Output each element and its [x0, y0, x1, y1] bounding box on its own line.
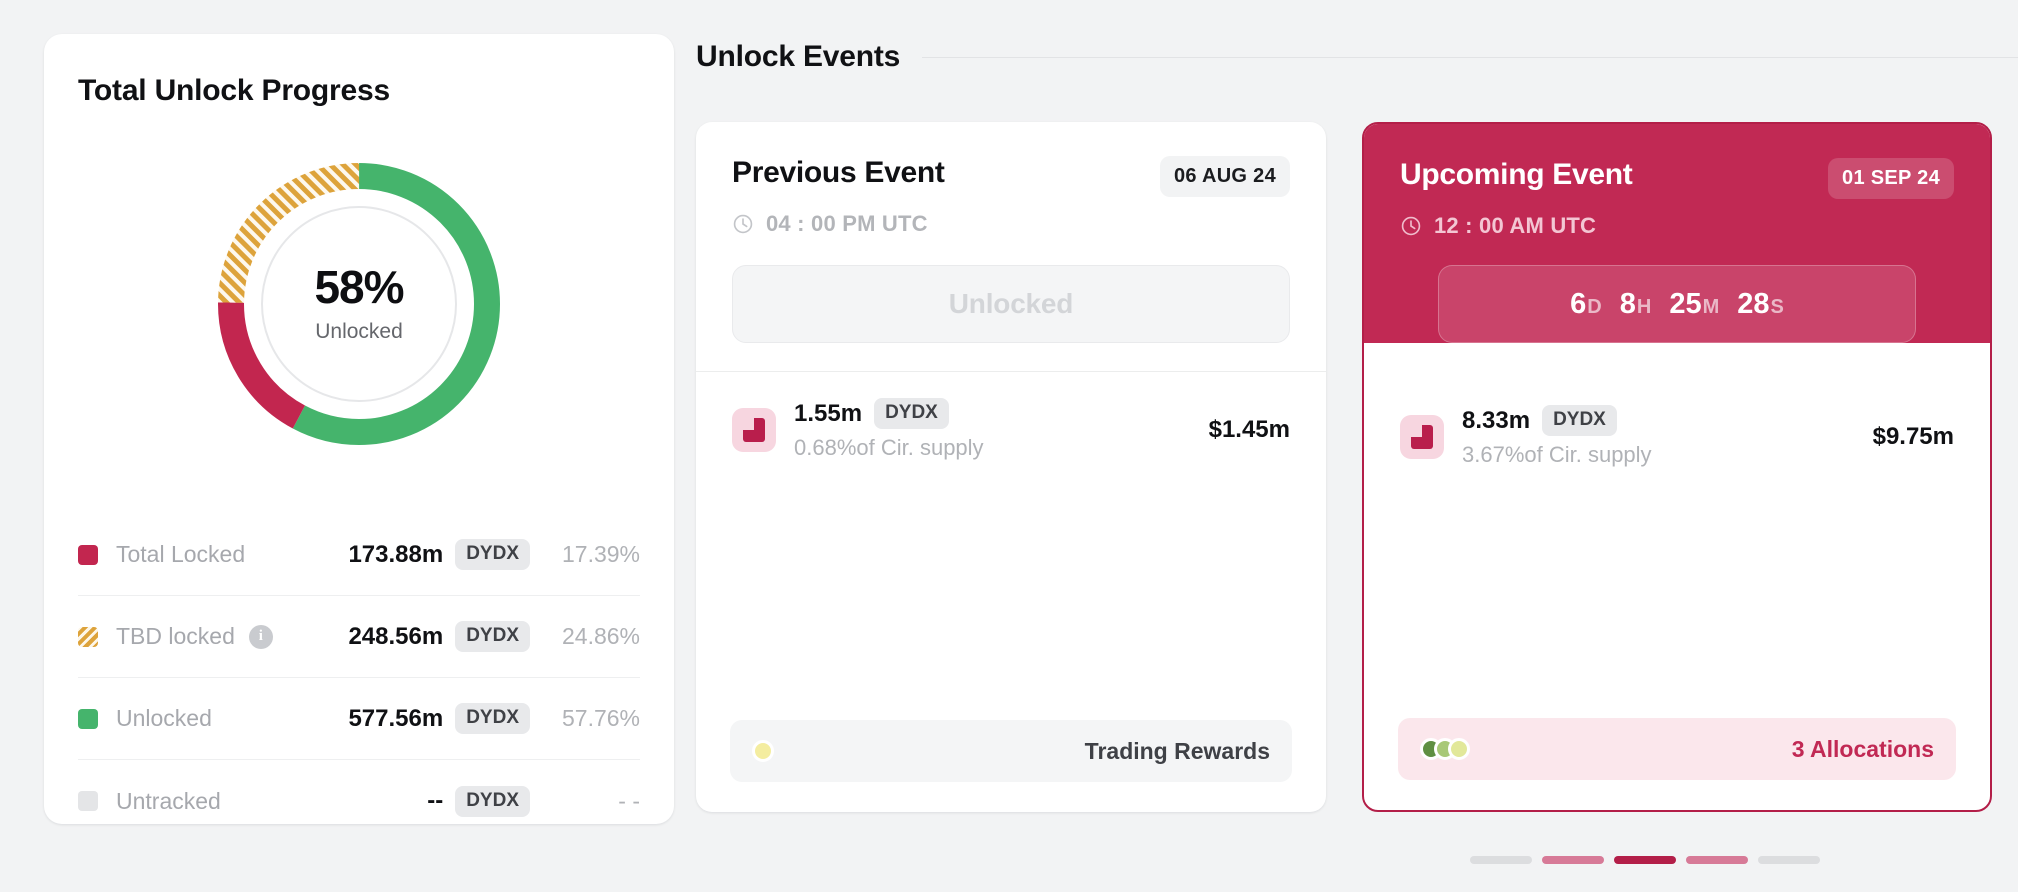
unlock-dashboard: Total Unlock Progress 58% Unlocked Total… [0, 0, 2018, 892]
ticker-badge: DYDX [1542, 405, 1617, 436]
legend-label: Unlocked [116, 705, 212, 731]
event-time: 04 : 00 PM UTC [766, 211, 928, 236]
allocation-dot-icon [752, 740, 774, 762]
pagination-bar-active[interactable] [1614, 856, 1676, 864]
previous-event-footer[interactable]: Trading Rewards [730, 720, 1292, 782]
legend-percent: 57.76% [561, 705, 640, 731]
event-date-badge: 06 AUG 24 [1159, 156, 1290, 197]
countdown-seconds: 28S [1737, 287, 1784, 320]
upcoming-event-header: Upcoming Event 01 SEP 24 12 : 00 AM UTC … [1364, 124, 1990, 343]
allocation-amount: 8.33m [1462, 406, 1531, 434]
header-divider [922, 56, 2018, 58]
allocation-supply-note: 0.68%of Cir. supply [794, 435, 984, 460]
upcoming-event-title-row: Upcoming Event 01 SEP 24 [1400, 158, 1954, 199]
allocation-amount: 1.55m [794, 399, 863, 427]
countdown-hours-unit: H [1636, 295, 1652, 318]
footer-label: Trading Rewards [1084, 737, 1270, 764]
footer-label: 3 Allocations [1791, 735, 1934, 762]
allocation-amount-row: 8.33m DYDX [1462, 405, 1652, 436]
event-status-button[interactable]: Unlocked [732, 265, 1290, 343]
event-name: Previous Event [732, 156, 945, 189]
allocation-usd-value: $9.75m [1872, 422, 1954, 450]
donut-center: 58% Unlocked [261, 206, 457, 402]
upcoming-event-footer[interactable]: 3 Allocations [1398, 718, 1956, 780]
swatch-total-locked-icon [78, 544, 98, 565]
pagination-bar[interactable] [1542, 856, 1604, 864]
legend-value: -- [427, 787, 444, 814]
pagination-bar[interactable] [1470, 856, 1532, 864]
upcoming-event-time-row: 12 : 00 AM UTC [1400, 213, 1954, 239]
pagination-bar[interactable] [1686, 856, 1748, 864]
pagination-bar[interactable] [1758, 856, 1820, 864]
legend-value: 248.56m [348, 622, 444, 650]
countdown-seconds-unit: S [1770, 295, 1784, 318]
legend-percent: - - [618, 787, 640, 814]
ticker-badge: DYDX [455, 703, 530, 734]
legend-percent: 17.39% [561, 541, 640, 567]
allocation-details: 8.33m DYDX 3.67%of Cir. supply [1462, 405, 1652, 468]
allocation-dots [1420, 738, 1470, 760]
section-title: Unlock Events [696, 40, 901, 73]
previous-event-time-row: 04 : 00 PM UTC [732, 211, 1290, 237]
upcoming-event-allocation-row: 8.33m DYDX 3.67%of Cir. supply $9.75m [1364, 379, 1990, 468]
unlock-donut-chart: 58% Unlocked [209, 154, 509, 454]
allocation-amount-row: 1.55m DYDX [794, 398, 984, 429]
legend-value: 173.88m [348, 540, 444, 568]
legend-label: TBD locked [116, 623, 235, 649]
countdown-days: 6D [1570, 287, 1602, 320]
upcoming-event-card[interactable]: Upcoming Event 01 SEP 24 12 : 00 AM UTC … [1362, 122, 1992, 812]
countdown-minutes: 25M [1669, 287, 1720, 320]
allocation-dots [752, 740, 774, 762]
ticker-badge: DYDX [455, 785, 530, 817]
previous-event-title-row: Previous Event 06 AUG 24 [732, 156, 1290, 197]
previous-event-card[interactable]: Previous Event 06 AUG 24 04 : 00 PM UTC … [696, 122, 1326, 812]
legend-row-tbd-locked[interactable]: TBD locked i 248.56m DYDX 24.86% [78, 596, 640, 678]
allocation-usd-value: $1.45m [1208, 415, 1290, 443]
page-title: Total Unlock Progress [78, 74, 390, 107]
countdown-days-unit: D [1587, 295, 1602, 318]
countdown-hours: 8H [1619, 287, 1652, 320]
donut-percent: 58% [314, 261, 404, 313]
token-icon [1400, 414, 1444, 459]
clock-icon [1401, 216, 1421, 236]
previous-event-allocation-row: 1.55m DYDX 0.68%of Cir. supply $1.45m [696, 372, 1326, 461]
token-icon [732, 407, 776, 452]
legend-row-untracked[interactable]: Untracked -- DYDX - - [78, 760, 640, 842]
previous-event-header: Previous Event 06 AUG 24 04 : 00 PM UTC [696, 122, 1326, 237]
ticker-badge: DYDX [455, 621, 530, 652]
legend-row-total-locked[interactable]: Total Locked 173.88m DYDX 17.39% [78, 514, 640, 596]
event-name: Upcoming Event [1400, 158, 1633, 191]
countdown-minutes-unit: M [1702, 295, 1720, 318]
legend-percent: 24.86% [561, 623, 640, 649]
carousel-pagination[interactable] [1470, 856, 1820, 864]
allocation-dot-icon [1448, 738, 1470, 760]
ticker-badge: DYDX [455, 539, 530, 570]
info-icon[interactable]: i [248, 624, 273, 649]
ticker-badge: DYDX [874, 398, 949, 429]
countdown-timer: 6D 8H 25M 28S [1438, 265, 1916, 343]
total-unlock-progress-card: Total Unlock Progress 58% Unlocked Total… [44, 34, 674, 824]
legend-label: Untracked [116, 787, 221, 814]
swatch-untracked-icon [78, 791, 98, 811]
donut-sublabel: Unlocked [315, 320, 403, 343]
clock-icon [733, 214, 753, 234]
event-time: 12 : 00 AM UTC [1434, 213, 1597, 238]
swatch-unlocked-icon [78, 708, 98, 729]
unlock-legend: Total Locked 173.88m DYDX 17.39% TBD loc… [78, 514, 640, 842]
legend-label: Total Locked [116, 541, 246, 567]
event-date-badge: 01 SEP 24 [1828, 158, 1954, 199]
allocation-details: 1.55m DYDX 0.68%of Cir. supply [794, 398, 984, 461]
legend-row-unlocked[interactable]: Unlocked 577.56m DYDX 57.76% [78, 678, 640, 760]
unlock-events-header: Unlock Events [696, 40, 2018, 74]
allocation-supply-note: 3.67%of Cir. supply [1462, 442, 1652, 467]
swatch-tbd-locked-icon [78, 626, 98, 647]
legend-value: 577.56m [348, 704, 444, 732]
